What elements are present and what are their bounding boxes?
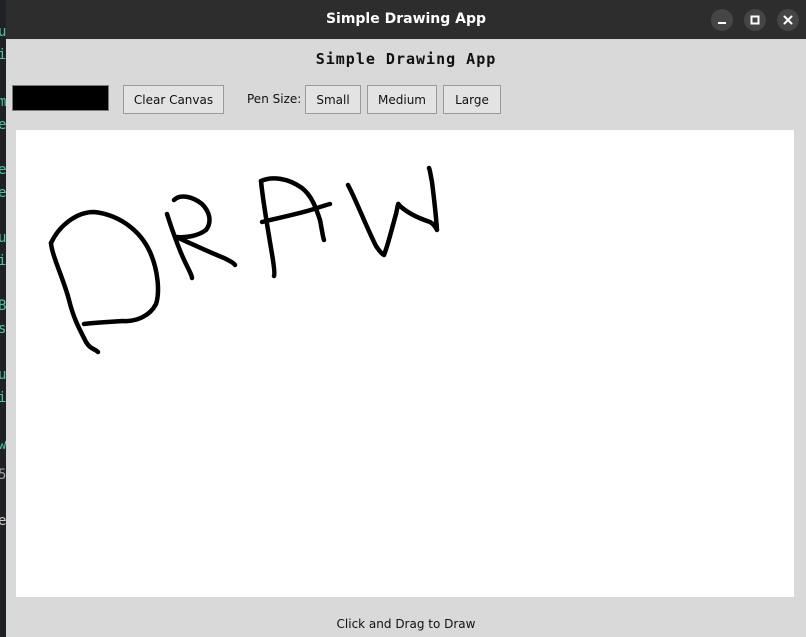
maximize-icon (750, 15, 760, 25)
drawn-stroke (258, 178, 277, 279)
close-button[interactable] (777, 9, 799, 31)
drawn-stroke (48, 240, 101, 355)
color-picker-button[interactable] (12, 85, 109, 111)
pen-size-medium-button[interactable]: Medium (367, 85, 437, 114)
title-bar[interactable]: Simple Drawing App (6, 0, 806, 39)
drawn-stroke (345, 165, 440, 258)
minimize-button[interactable] (711, 9, 733, 31)
status-text: Click and Drag to Draw (336, 617, 476, 631)
pen-size-large-button[interactable]: Large (443, 85, 501, 114)
close-icon (783, 15, 793, 25)
window-title: Simple Drawing App (325, 11, 487, 27)
pen-size-small-button[interactable]: Small (305, 85, 361, 114)
drawing-canvas[interactable] (16, 130, 794, 597)
app-heading: Simple Drawing App (315, 50, 497, 68)
maximize-button[interactable] (744, 9, 766, 31)
freehand-drawing (48, 165, 440, 355)
drawn-stroke (48, 209, 161, 327)
pen-size-label: Pen Size: (247, 92, 302, 106)
minimize-icon (718, 22, 726, 24)
drawn-stroke (164, 211, 195, 281)
app-window: Simple Drawing App Simple Drawing App Cl… (6, 0, 806, 637)
clear-canvas-button[interactable]: Clear Canvas (123, 85, 224, 114)
